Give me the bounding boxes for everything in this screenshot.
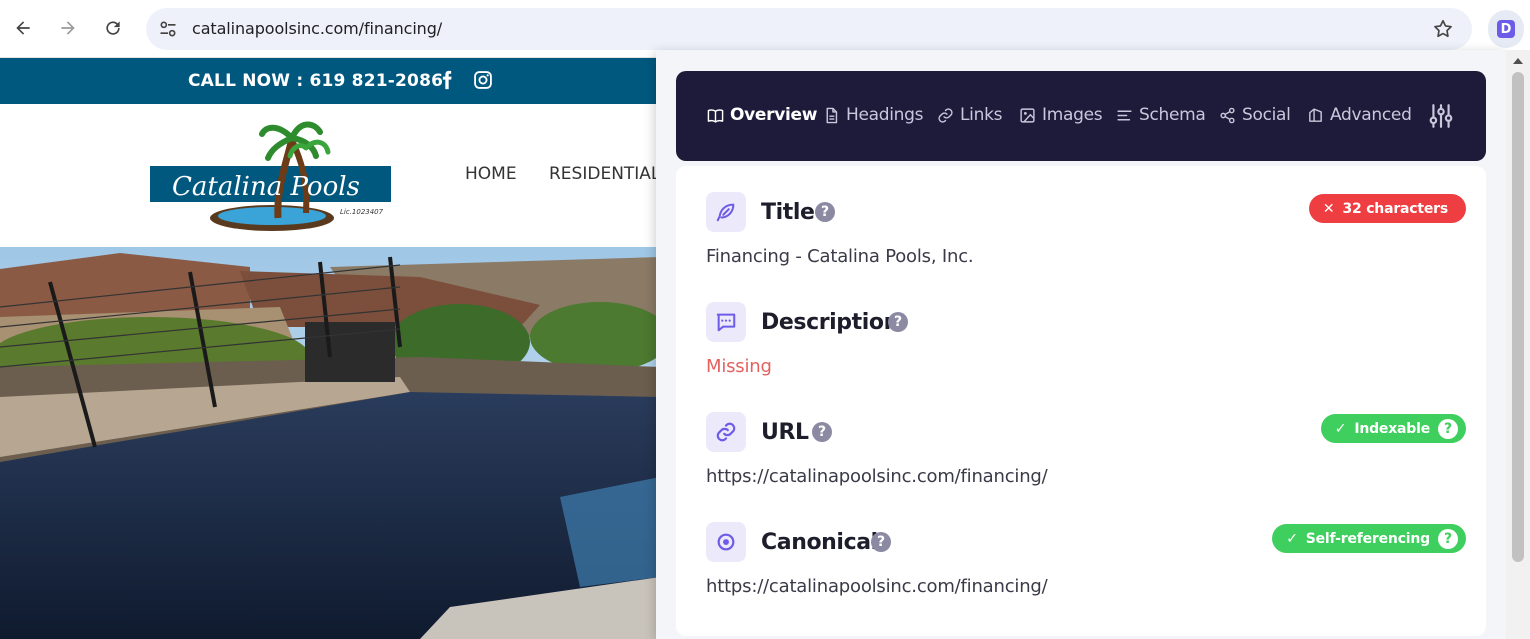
tab-overview[interactable]: Overview: [707, 105, 818, 125]
tab-schema[interactable]: Schema: [1116, 105, 1206, 125]
settings-sliders-icon[interactable]: [1428, 103, 1454, 129]
reload-button[interactable]: [98, 13, 128, 43]
target-icon: [717, 533, 735, 551]
overview-card: Title ? ✕ 32 characters Financing - Cata…: [676, 166, 1486, 636]
hero-image: [0, 247, 660, 639]
book-icon: [707, 108, 724, 123]
arrow-right-icon: [61, 21, 75, 35]
panel-tabs: Overview Headings Links Images Schema So…: [676, 71, 1486, 161]
canonical-help-icon[interactable]: ?: [871, 532, 891, 552]
title-value: Financing - Catalina Pools, Inc.: [706, 246, 974, 267]
self-referencing-help-icon[interactable]: ?: [1438, 528, 1458, 549]
url-help-icon[interactable]: ?: [812, 422, 832, 442]
back-button[interactable]: [8, 13, 38, 43]
self-referencing-badge: ✓ Self-referencing ?: [1272, 524, 1466, 553]
tab-label: Advanced: [1330, 105, 1412, 125]
title-length-badge: ✕ 32 characters: [1308, 194, 1466, 223]
catalina-pools-logo[interactable]: Catalina Pools Lic.1023407: [150, 118, 392, 234]
title-help-icon[interactable]: ?: [815, 202, 835, 222]
extension-logo-icon: D: [1497, 20, 1515, 38]
title-label: Title: [761, 200, 815, 225]
url-value[interactable]: https://catalinapoolsinc.com/financing/: [706, 466, 1048, 487]
menu-item-home[interactable]: HOME: [465, 164, 517, 184]
forward-button[interactable]: [53, 13, 83, 43]
message-icon: [716, 313, 736, 332]
title-icon-box: [706, 192, 746, 232]
document-icon: [826, 107, 838, 123]
share-icon: [1220, 107, 1235, 123]
tab-headings[interactable]: Headings: [823, 105, 924, 125]
scroll-up-icon[interactable]: [1513, 58, 1523, 64]
description-value: Missing: [706, 356, 772, 377]
site-settings-icon[interactable]: [158, 19, 178, 39]
canonical-icon-box: [706, 522, 746, 562]
description-help-icon[interactable]: ?: [888, 312, 908, 332]
link-icon: [938, 107, 953, 123]
bookmark-star-icon[interactable]: [1432, 18, 1454, 40]
tab-links[interactable]: Links: [937, 105, 1002, 125]
url-text[interactable]: catalinapoolsinc.com/financing/: [192, 19, 442, 38]
tab-advanced[interactable]: Advanced: [1307, 105, 1412, 125]
call-now-text[interactable]: CALL NOW : 619 821-2086: [188, 71, 443, 91]
description-label: Description: [761, 310, 899, 335]
tab-images[interactable]: Images: [1019, 105, 1103, 125]
url-label: URL: [761, 420, 809, 445]
page-scrollbar[interactable]: [1506, 50, 1530, 639]
feather-icon: [716, 203, 735, 222]
link-icon: [716, 422, 736, 442]
check-icon: ✓: [1286, 530, 1298, 547]
reload-icon: [106, 21, 120, 35]
menu-item-residential[interactable]: RESIDENTIAL: [549, 164, 660, 184]
tab-label: Images: [1042, 105, 1103, 125]
indexable-help-icon[interactable]: ?: [1438, 418, 1458, 439]
instagram-icon[interactable]: [473, 70, 493, 90]
address-bar[interactable]: catalinapoolsinc.com/financing/: [146, 8, 1472, 50]
advanced-icon: [1309, 107, 1322, 122]
scroll-thumb[interactable]: [1512, 72, 1524, 562]
url-icon-box: [706, 412, 746, 452]
tab-social[interactable]: Social: [1219, 105, 1291, 125]
tab-label: Headings: [846, 105, 924, 125]
facebook-icon[interactable]: [437, 70, 457, 90]
image-icon: [1020, 107, 1035, 123]
svg-text:Catalina Pools: Catalina Pools: [172, 172, 360, 202]
tab-label: Links: [960, 105, 1003, 125]
extension-button[interactable]: D: [1488, 10, 1524, 48]
check-icon: ✓: [1334, 420, 1347, 437]
tab-label: Overview: [730, 105, 818, 125]
canonical-label: Canonical: [761, 530, 878, 555]
canonical-value[interactable]: https://catalinapoolsinc.com/financing/: [706, 576, 1048, 597]
arrow-left-icon: [16, 21, 30, 35]
tab-label: Schema: [1139, 105, 1206, 125]
close-icon: ✕: [1322, 200, 1335, 217]
schema-icon: [1117, 110, 1132, 120]
description-icon-box: [706, 302, 746, 342]
seo-extension-panel: Overview Headings Links Images Schema So…: [656, 50, 1506, 639]
indexable-badge: ✓ Indexable ?: [1320, 414, 1466, 443]
svg-text:Lic.1023407: Lic.1023407: [340, 208, 384, 216]
tab-label: Social: [1242, 105, 1291, 125]
